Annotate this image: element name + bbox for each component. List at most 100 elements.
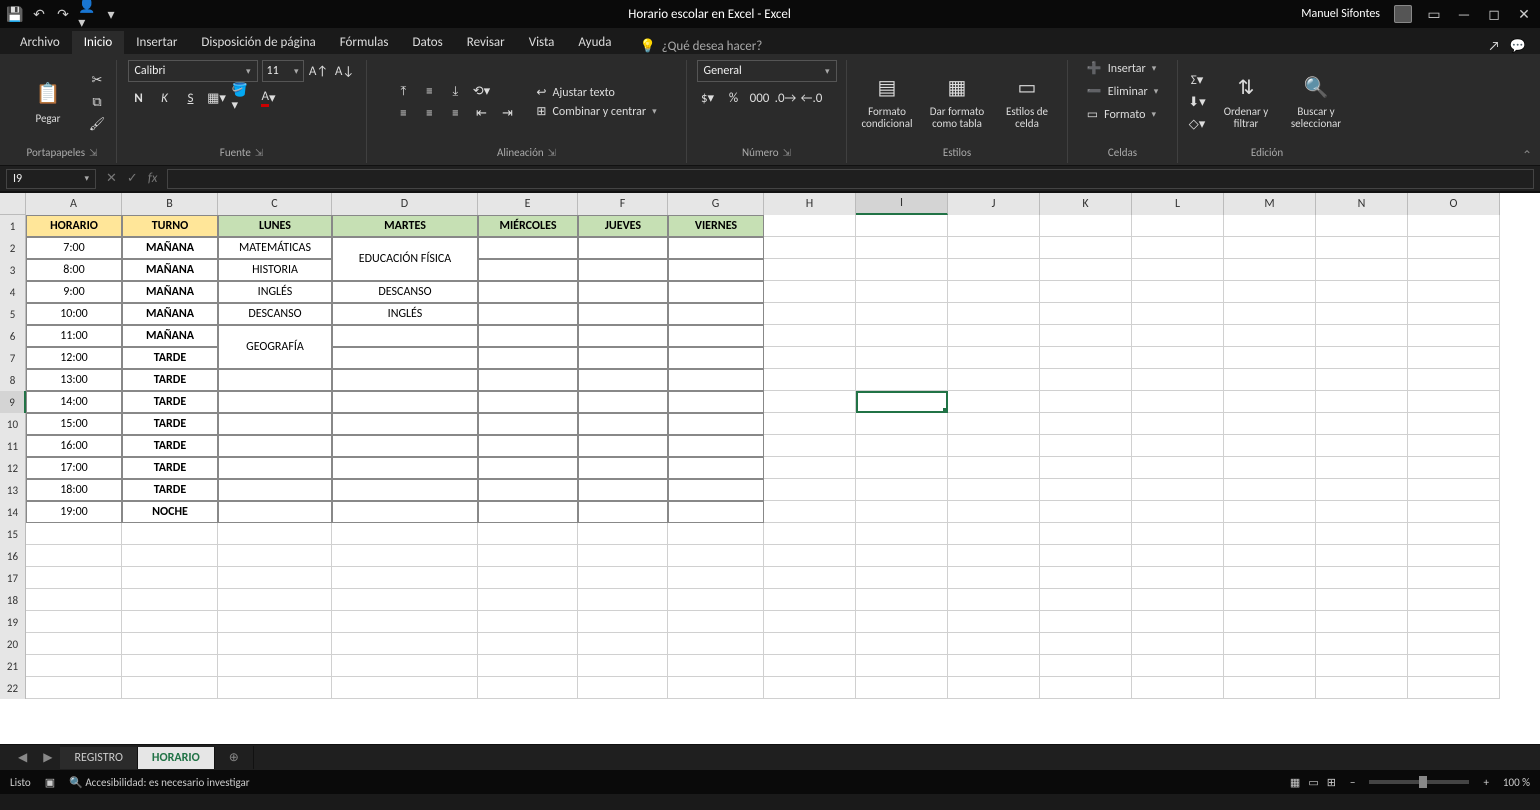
tab-datos[interactable]: Datos	[400, 31, 454, 54]
cell-H7[interactable]	[764, 347, 856, 369]
avatar[interactable]	[1394, 5, 1412, 23]
cell-L22[interactable]	[1132, 677, 1224, 699]
cell-I1[interactable]	[856, 215, 948, 237]
cell-C17[interactable]	[218, 567, 332, 589]
cell-G20[interactable]	[668, 633, 764, 655]
cell-F3[interactable]	[578, 259, 668, 281]
cell-D7[interactable]	[332, 347, 478, 369]
cell-L13[interactable]	[1132, 479, 1224, 501]
font-name-combo[interactable]: Calibri▾	[128, 60, 258, 82]
cell-M16[interactable]	[1224, 545, 1316, 567]
tab-inicio[interactable]: Inicio	[72, 31, 124, 54]
cell-L15[interactable]	[1132, 523, 1224, 545]
cell-B4[interactable]: MAÑANA	[122, 281, 218, 303]
cell-B13[interactable]: TARDE	[122, 479, 218, 501]
italic-button[interactable]: K	[154, 88, 176, 108]
cell-E12[interactable]	[478, 457, 578, 479]
cell-I8[interactable]	[856, 369, 948, 391]
cell-E13[interactable]	[478, 479, 578, 501]
tell-me[interactable]: 💡 ¿Qué desea hacer?	[639, 39, 762, 54]
cell-I22[interactable]	[856, 677, 948, 699]
cell-K17[interactable]	[1040, 567, 1132, 589]
tab-formulas[interactable]: Fórmulas	[328, 31, 401, 54]
cell-G9[interactable]	[668, 391, 764, 413]
cell-L2[interactable]	[1132, 237, 1224, 259]
cell-F2[interactable]	[578, 237, 668, 259]
cell-K8[interactable]	[1040, 369, 1132, 391]
launcher-icon[interactable]: ⇲	[783, 146, 791, 159]
cell-J20[interactable]	[948, 633, 1040, 655]
row-header-18[interactable]: 18	[0, 589, 26, 611]
row-header-20[interactable]: 20	[0, 633, 26, 655]
cell-G2[interactable]	[668, 237, 764, 259]
cell-A22[interactable]	[26, 677, 122, 699]
cell-M8[interactable]	[1224, 369, 1316, 391]
cell-G14[interactable]	[668, 501, 764, 523]
cell-G4[interactable]	[668, 281, 764, 303]
redo-icon[interactable]: ↷	[56, 7, 70, 21]
cell-N11[interactable]	[1316, 435, 1408, 457]
cell-J15[interactable]	[948, 523, 1040, 545]
cell-C4[interactable]: INGLÉS	[218, 281, 332, 303]
increase-decimal-icon[interactable]: .0→	[775, 88, 797, 108]
cell-E3[interactable]	[478, 259, 578, 281]
cell-C18[interactable]	[218, 589, 332, 611]
cell-I21[interactable]	[856, 655, 948, 677]
cell-J1[interactable]	[948, 215, 1040, 237]
cell-K21[interactable]	[1040, 655, 1132, 677]
cell-G12[interactable]	[668, 457, 764, 479]
cell-O15[interactable]	[1408, 523, 1500, 545]
cell-E10[interactable]	[478, 413, 578, 435]
spreadsheet-grid[interactable]: ABCDEFGHIJKLMNO1HORARIOTURNOLUNESMARTESM…	[0, 192, 1540, 744]
cell-H2[interactable]	[764, 237, 856, 259]
cell-J7[interactable]	[948, 347, 1040, 369]
indent-decrease-icon[interactable]: ⇤	[470, 103, 492, 123]
cell-D18[interactable]	[332, 589, 478, 611]
user-icon[interactable]: 👤▾	[80, 7, 94, 21]
cell-C14[interactable]	[218, 501, 332, 523]
cell-I5[interactable]	[856, 303, 948, 325]
cell-F22[interactable]	[578, 677, 668, 699]
cell-E7[interactable]	[478, 347, 578, 369]
cell-B7[interactable]: TARDE	[122, 347, 218, 369]
cell-B11[interactable]: TARDE	[122, 435, 218, 457]
cell-D22[interactable]	[332, 677, 478, 699]
cell-styles-button[interactable]: ▭Estilos de celda	[995, 72, 1059, 132]
cell-F5[interactable]	[578, 303, 668, 325]
format-painter-icon[interactable]: 🖌	[86, 114, 108, 134]
cell-A3[interactable]: 8:00	[26, 259, 122, 281]
cell-A12[interactable]: 17:00	[26, 457, 122, 479]
cell-M11[interactable]	[1224, 435, 1316, 457]
cell-N20[interactable]	[1316, 633, 1408, 655]
row-header-21[interactable]: 21	[0, 655, 26, 677]
cell-H8[interactable]	[764, 369, 856, 391]
row-header-13[interactable]: 13	[0, 479, 26, 501]
cell-O13[interactable]	[1408, 479, 1500, 501]
column-header-F[interactable]: F	[578, 193, 668, 215]
cell-B12[interactable]: TARDE	[122, 457, 218, 479]
cell-A11[interactable]: 16:00	[26, 435, 122, 457]
column-header-I[interactable]: I	[856, 193, 948, 215]
conditional-formatting-button[interactable]: ▤Formato condicional	[855, 72, 919, 132]
cell-N15[interactable]	[1316, 523, 1408, 545]
cell-I6[interactable]	[856, 325, 948, 347]
minimize-icon[interactable]: —	[1456, 6, 1472, 22]
cell-F19[interactable]	[578, 611, 668, 633]
decrease-font-icon[interactable]: A↓	[334, 61, 356, 81]
sheet-tab-horario[interactable]: HORARIO	[138, 747, 215, 769]
cell-E14[interactable]	[478, 501, 578, 523]
font-size-combo[interactable]: 11▾	[262, 60, 304, 82]
cancel-formula-icon[interactable]: ✕	[106, 171, 117, 186]
cell-A19[interactable]	[26, 611, 122, 633]
tab-vista[interactable]: Vista	[517, 31, 567, 54]
cell-L11[interactable]	[1132, 435, 1224, 457]
cell-I19[interactable]	[856, 611, 948, 633]
cell-N12[interactable]	[1316, 457, 1408, 479]
cell-M21[interactable]	[1224, 655, 1316, 677]
tab-disposicion[interactable]: Disposición de página	[189, 31, 327, 54]
align-right-icon[interactable]: ≡	[444, 103, 466, 123]
cell-D5[interactable]: INGLÉS	[332, 303, 478, 325]
cell-E21[interactable]	[478, 655, 578, 677]
cell-D14[interactable]	[332, 501, 478, 523]
cell-G5[interactable]	[668, 303, 764, 325]
